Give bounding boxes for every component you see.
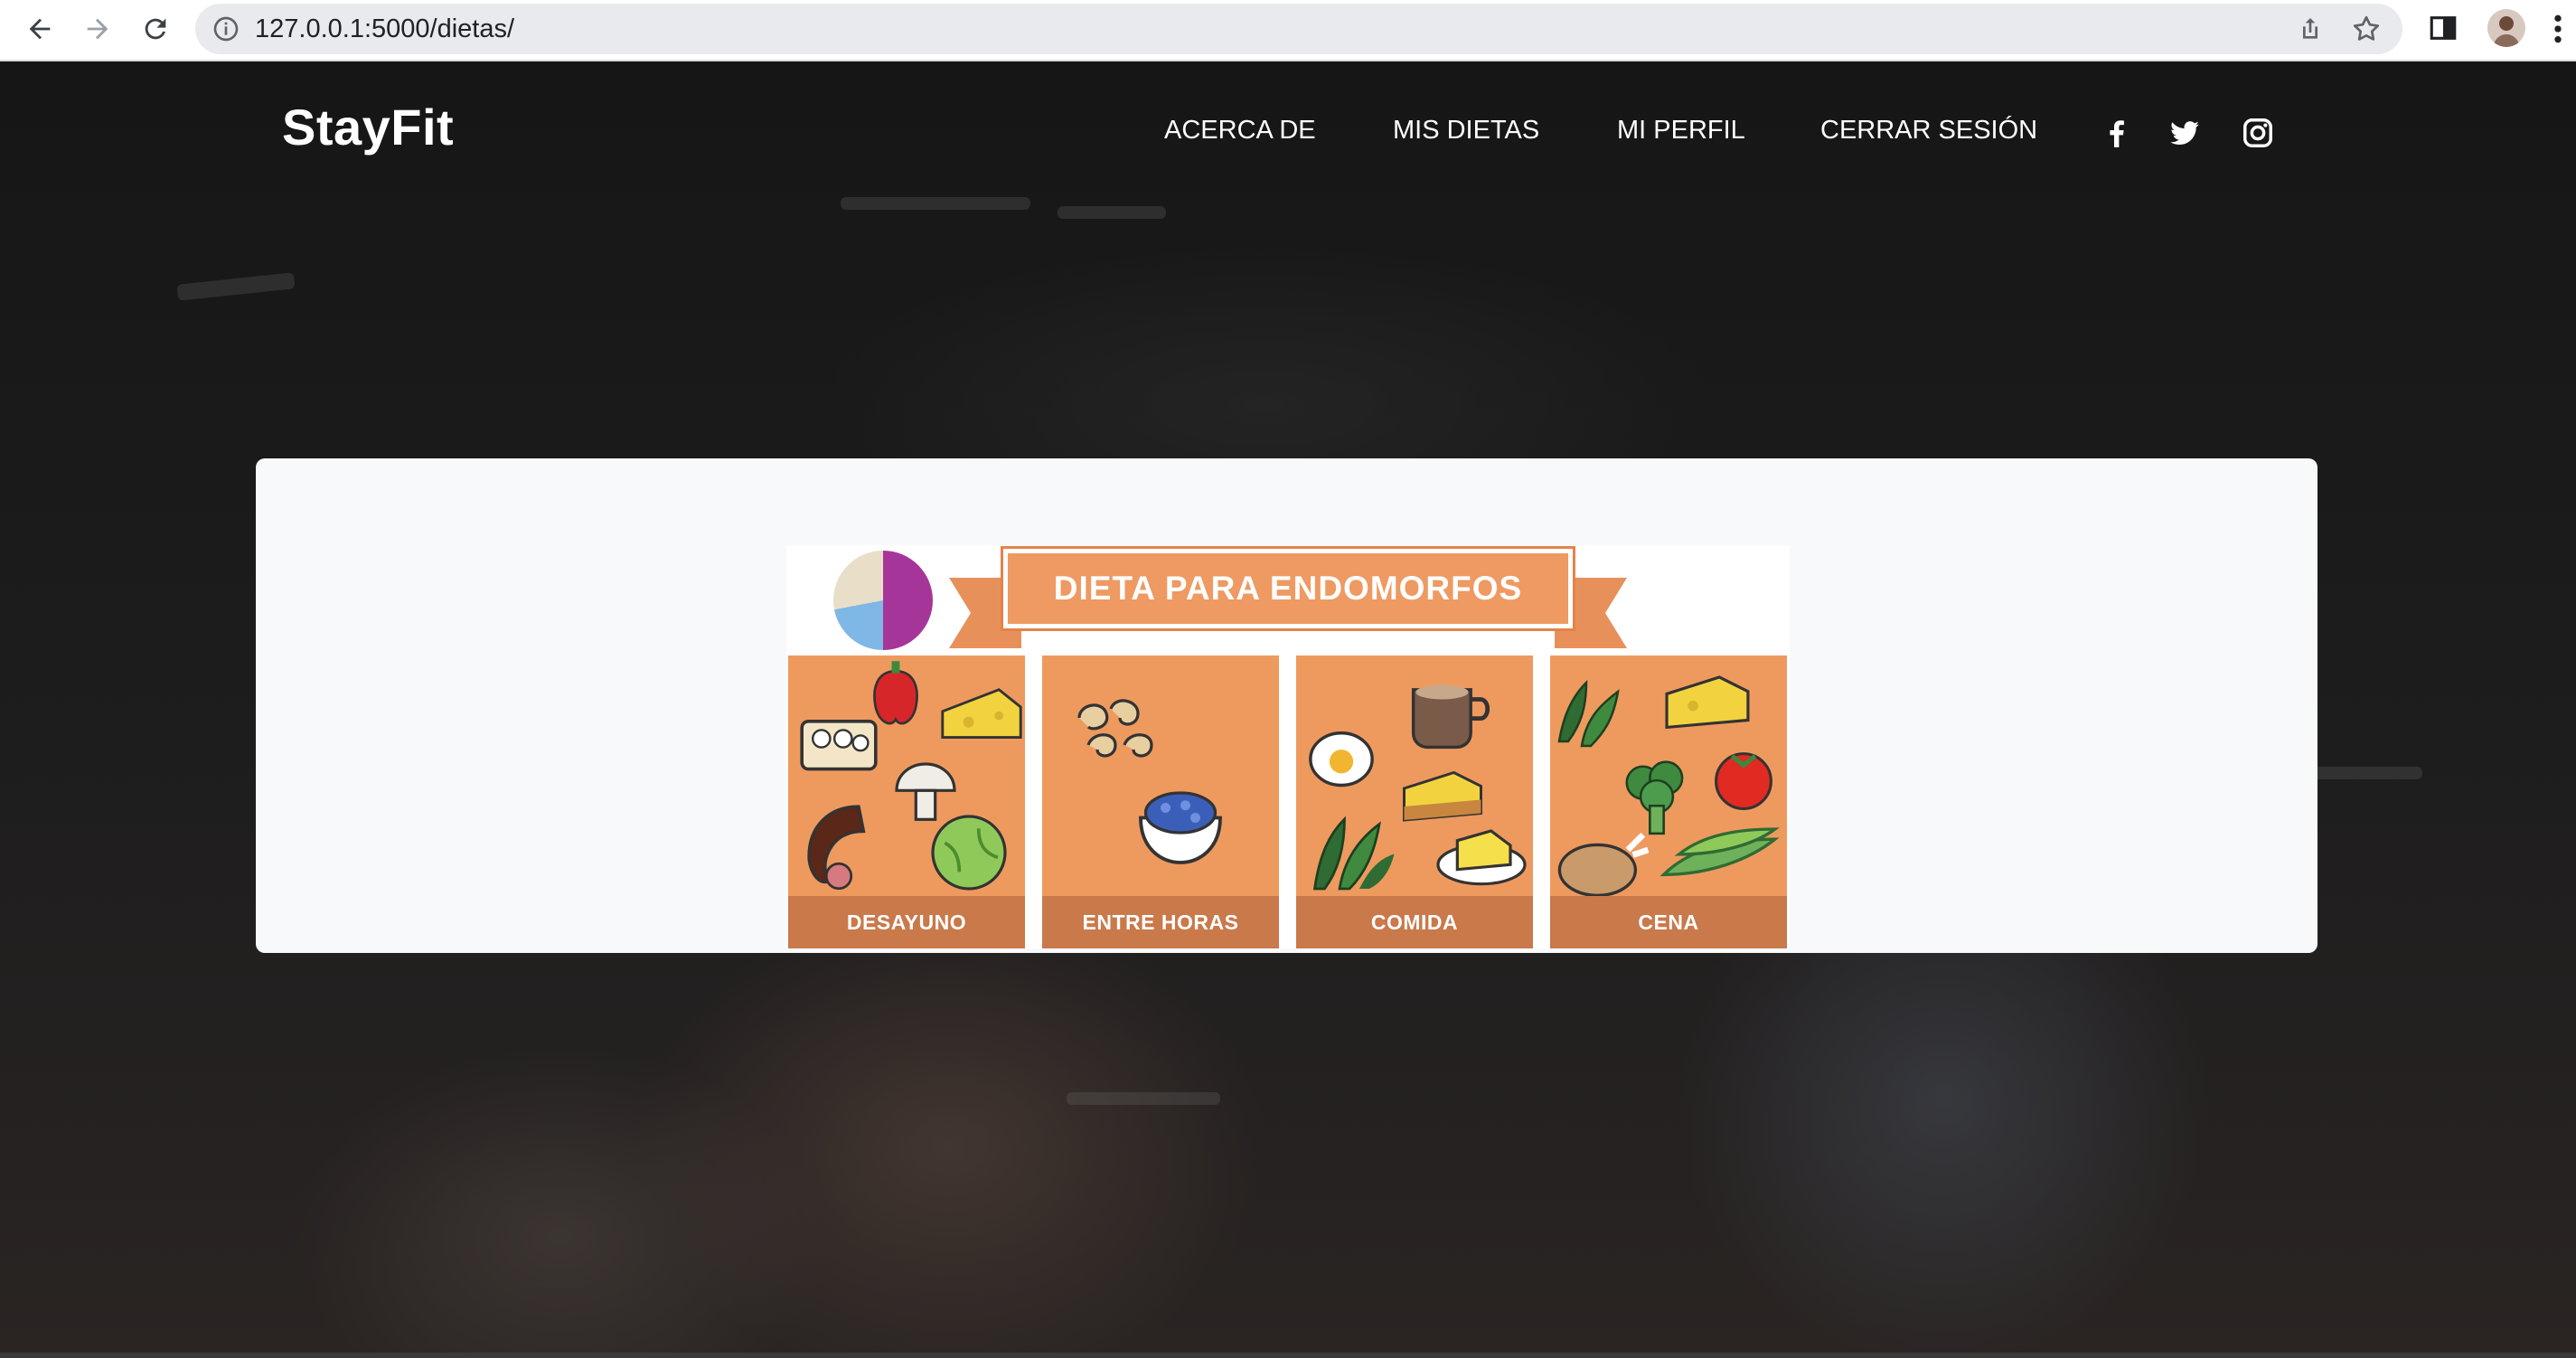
share-icon[interactable] — [2296, 14, 2325, 43]
food-pie-chart-icon — [833, 551, 933, 650]
arrow-left-icon — [29, 18, 51, 40]
address-bar[interactable]: 127.0.0.1:5000/dietas/ — [195, 4, 2402, 54]
facebook-icon — [2110, 120, 2124, 147]
background-shape — [2314, 767, 2422, 779]
meal-panel-entre-horas: ENTRE HORAS — [1042, 655, 1279, 948]
meal-label-bar: CENA — [1550, 896, 1787, 948]
url-text[interactable]: 127.0.0.1:5000/dietas/ — [255, 14, 514, 44]
lettuce-icon — [931, 815, 1007, 891]
facebook-link[interactable] — [2100, 116, 2134, 150]
cheese-icon — [1665, 675, 1750, 730]
boiled-egg-icon — [1309, 731, 1374, 787]
instagram-link[interactable] — [2241, 116, 2275, 150]
brand-logo[interactable]: StayFit — [282, 98, 454, 156]
blueberry-bowl-icon — [1139, 791, 1222, 864]
poster-title: DIETA PARA ENDOMORFOS — [1053, 570, 1523, 607]
avatar-icon — [2493, 16, 2520, 47]
page-hero: StayFit ACERCA DE MIS DIETAS MI PERFIL C… — [0, 61, 2576, 1358]
meal-panel-cena: CENA — [1550, 655, 1787, 948]
diet-card: DIETA PARA ENDOMORFOS DESAYUNO ENTRE HOR… — [256, 458, 2317, 953]
back-button[interactable] — [20, 9, 60, 49]
forward-button[interactable] — [78, 9, 118, 49]
cashews-icon — [1077, 699, 1153, 758]
meal-label-comida: COMIDA — [1370, 910, 1459, 934]
reload-icon — [145, 18, 166, 40]
poster-title-banner: DIETA PARA ENDOMORFOS — [1001, 546, 1575, 631]
meal-panel-desayuno: DESAYUNO — [788, 655, 1025, 948]
cheese-icon — [941, 688, 1022, 740]
diet-poster-image: DIETA PARA ENDOMORFOS DESAYUNO ENTRE HOR… — [786, 545, 1790, 948]
twitter-link[interactable] — [2167, 116, 2202, 150]
background-shape — [176, 272, 296, 301]
info-icon[interactable] — [212, 14, 240, 43]
spinach-icon — [1557, 679, 1620, 748]
arrow-right-icon — [87, 18, 108, 40]
meal-label-cena: CENA — [1638, 910, 1699, 934]
meal-label-bar: COMIDA — [1296, 896, 1533, 948]
sausage-icon — [807, 805, 866, 891]
reload-button[interactable] — [136, 9, 175, 49]
bookmark-star-icon[interactable] — [2350, 13, 2383, 45]
kebab-menu-icon[interactable] — [2547, 11, 2569, 47]
roast-chicken-icon — [1557, 832, 1650, 898]
meal-label-bar: DESAYUNO — [788, 896, 1025, 948]
profile-avatar[interactable] — [2487, 9, 2525, 47]
side-panel-icon[interactable] — [2428, 13, 2458, 43]
background-shape — [1058, 206, 1166, 219]
meal-panel-comida: COMIDA — [1296, 655, 1533, 948]
butter-icon — [1436, 829, 1527, 886]
nav-acerca-de[interactable]: ACERCA DE — [1164, 116, 1316, 146]
background-shape — [841, 197, 1030, 210]
pepper-icon — [873, 661, 918, 725]
coffee-cup-icon — [1411, 684, 1490, 750]
background-shape — [1067, 1092, 1220, 1105]
browser-chrome: 127.0.0.1:5000/dietas/ — [0, 0, 2576, 61]
green-beans-icon — [1659, 827, 1780, 877]
twitter-icon — [2170, 121, 2199, 145]
meal-label-bar: ENTRE HORAS — [1042, 896, 1279, 948]
tomato-icon — [1715, 752, 1772, 810]
meal-label-desayuno: DESAYUNO — [846, 910, 967, 934]
meal-label-entre-horas: ENTRE HORAS — [1082, 910, 1239, 934]
spinach-icon — [1312, 816, 1395, 891]
nav-cerrar-sesion[interactable]: CERRAR SESIÓN — [1820, 116, 2037, 146]
nav-mi-perfil[interactable]: MI PERFIL — [1617, 116, 1745, 146]
instagram-icon — [2243, 118, 2272, 147]
nav-mis-dietas[interactable]: MIS DIETAS — [1393, 116, 1539, 146]
